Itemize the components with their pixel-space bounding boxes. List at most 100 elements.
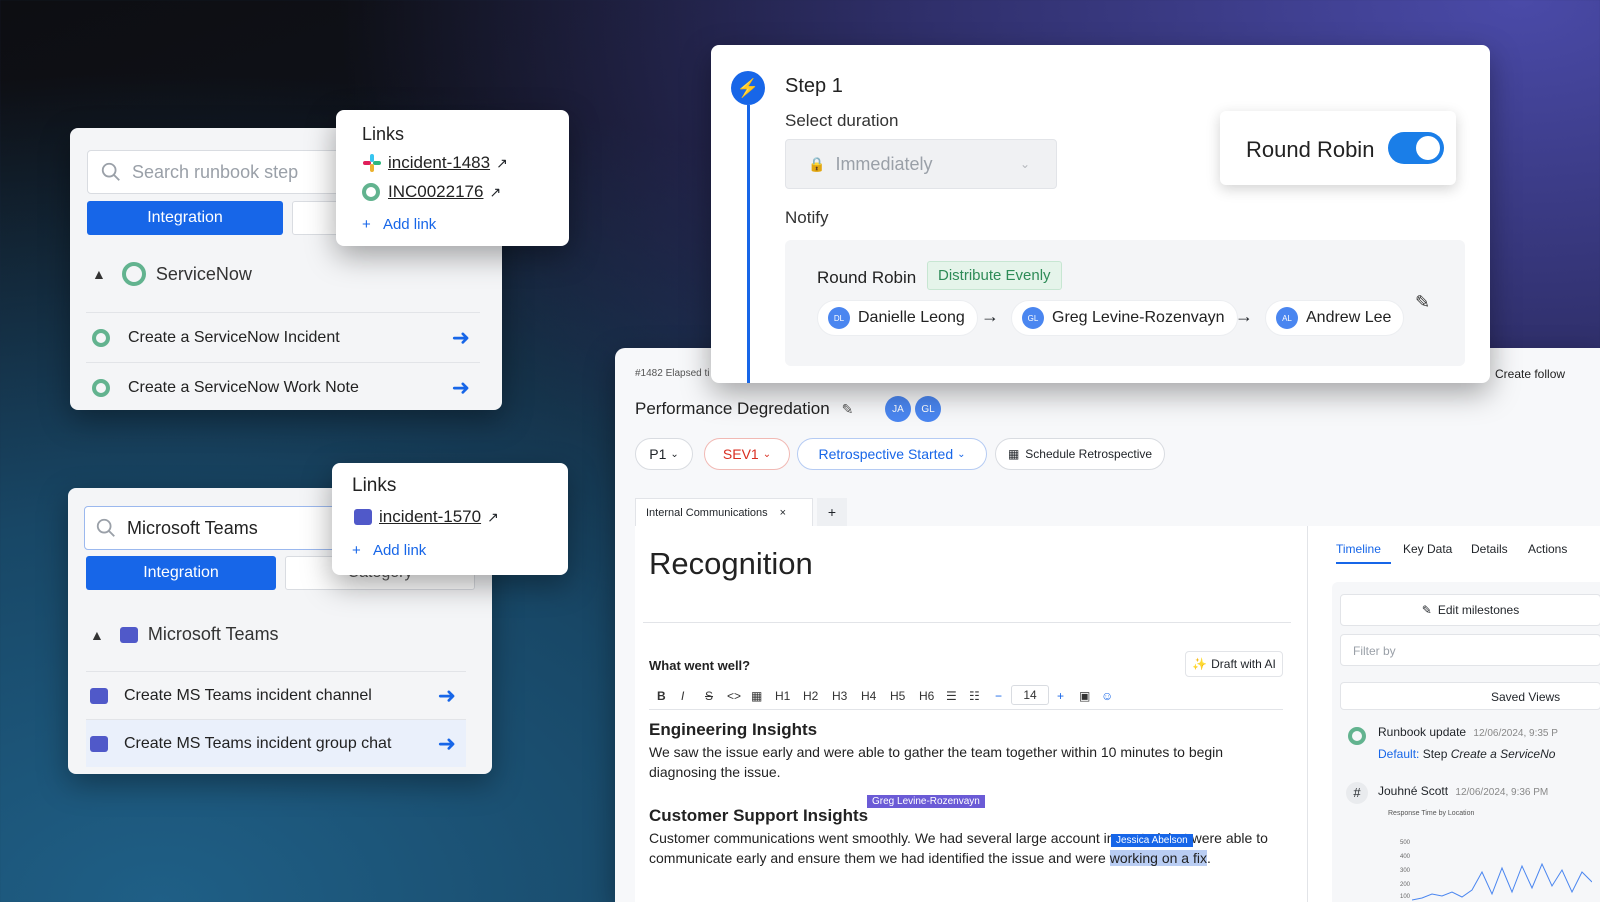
item-label: Create a ServiceNow Work Note	[128, 378, 359, 396]
link-item[interactable]: INC0022176 ↗	[362, 182, 501, 202]
person-chip[interactable]: GL Greg Levine-Rozenvayn	[1011, 300, 1238, 336]
tab-key-data[interactable]: Key Data	[1403, 542, 1452, 556]
search-value: Microsoft Teams	[127, 517, 258, 538]
schedule-label: Schedule Retrospective	[1025, 447, 1153, 461]
emoji-icon[interactable]: ☺	[1101, 689, 1113, 703]
codeblock-button[interactable]: ▦	[751, 689, 762, 703]
incident-title-text: Performance Degredation	[635, 399, 830, 418]
tab-internal-communications[interactable]: Internal Communications ×	[635, 498, 813, 526]
person-name: Greg Levine-Rozenvayn	[1052, 309, 1225, 326]
toggle-label: Round Robin	[1246, 137, 1375, 162]
round-robin-box: Round Robin Distribute Evenly DL Daniell…	[785, 240, 1465, 366]
search-runbook-input[interactable]: Search runbook step	[87, 150, 377, 194]
tab-label: Internal Communications	[646, 506, 768, 519]
link-item[interactable]: incident-1570 ↗	[354, 507, 499, 527]
list-item[interactable]: Create MS Teams incident channel ➜	[86, 671, 466, 719]
avatar: AL	[1276, 307, 1298, 329]
notify-label: Notify	[785, 208, 829, 227]
event-default: Default:	[1378, 747, 1420, 761]
h1-button[interactable]: H1	[775, 689, 790, 703]
priority-select[interactable]: P1 ⌄	[635, 438, 693, 470]
link-item[interactable]: incident-1483 ↗	[362, 153, 508, 173]
search-icon	[101, 162, 120, 181]
person-name: Danielle Leong	[858, 309, 965, 326]
create-follow-button[interactable]: Create follow	[1495, 367, 1565, 381]
link-text[interactable]: incident-1483	[388, 153, 490, 173]
sparkle-icon: ✨	[1192, 657, 1208, 671]
list-item[interactable]: Create MS Teams incident group chat ➜	[86, 719, 466, 767]
schedule-retrospective-button[interactable]: ▦ Schedule Retrospective	[995, 438, 1165, 470]
h5-button[interactable]: H5	[890, 689, 905, 703]
strike-button[interactable]: S	[705, 689, 713, 703]
servicenow-icon	[92, 378, 110, 397]
event-title: Jouhné Scott	[1378, 784, 1449, 798]
arrow-right-icon: ➜	[437, 730, 456, 756]
servicenow-icon	[362, 183, 380, 201]
ordered-list-button[interactable]: ☷	[969, 689, 980, 703]
group-header-teams[interactable]: ▲ Microsoft Teams	[90, 624, 279, 645]
tab-timeline[interactable]: Timeline	[1336, 542, 1391, 564]
filter-input[interactable]: Filter by	[1340, 634, 1600, 666]
image-icon[interactable]: ▣	[1079, 689, 1090, 703]
avatar: DL	[828, 307, 850, 329]
cursor-label-greg: Greg Levine-Rozenvayn	[867, 795, 985, 808]
bullet-list-button[interactable]: ☰	[946, 689, 957, 703]
event-text: Step	[1422, 747, 1448, 761]
font-decrease-button[interactable]: −	[995, 689, 1002, 703]
code-button[interactable]: <>	[727, 689, 741, 703]
person-chip[interactable]: DL Danielle Leong	[817, 300, 978, 336]
step-card: ⚡ Step 1 Select duration 🔒 Immediately ⌄…	[711, 45, 1490, 383]
person-chip[interactable]: AL Andrew Lee	[1265, 300, 1405, 336]
italic-button[interactable]: I	[681, 689, 684, 703]
add-link-label: Add link	[372, 542, 427, 559]
font-size-input[interactable]: 14	[1011, 685, 1049, 705]
severity-select[interactable]: SEV1 ⌄	[704, 438, 790, 470]
link-text[interactable]: INC0022176	[388, 182, 483, 202]
close-icon[interactable]: ×	[780, 507, 786, 519]
duration-label: Select duration	[785, 111, 899, 130]
tab-actions[interactable]: Actions	[1528, 542, 1567, 556]
step-timeline-line	[747, 105, 750, 383]
links-popup-1: Links incident-1483 ↗ INC0022176 ↗ + Add…	[336, 110, 569, 246]
editor-panel: Recognition What went well? ✨ Draft with …	[635, 526, 1307, 902]
group-header-servicenow[interactable]: ▲ ServiceNow	[92, 262, 252, 286]
h4-button[interactable]: H4	[861, 689, 876, 703]
edit-icon: ✎	[1421, 603, 1432, 617]
highlighted-text: working on a fix	[1109, 850, 1207, 866]
incident-page: #1482 Elapsed ti Create follow Performan…	[615, 348, 1600, 902]
saved-views-button[interactable]: Saved Views	[1340, 682, 1600, 710]
edit-milestones-button[interactable]: ✎ Edit milestones	[1340, 594, 1600, 626]
arrow-right-icon: ➜	[451, 374, 470, 400]
slack-icon: #	[1346, 782, 1368, 804]
duration-value: Immediately	[835, 153, 933, 174]
round-robin-toggle[interactable]	[1388, 132, 1444, 164]
person-name: Andrew Lee	[1306, 309, 1392, 326]
draft-with-ai-button[interactable]: ✨ Draft with AI	[1185, 651, 1283, 677]
duration-select[interactable]: 🔒 Immediately ⌄	[785, 139, 1057, 189]
h6-button[interactable]: H6	[919, 689, 934, 703]
add-link-button[interactable]: + Add link	[352, 542, 426, 559]
chevron-down-icon: ⌄	[670, 448, 679, 460]
edit-pencil-icon[interactable]: ✎	[1415, 292, 1430, 313]
timeline-box: ✎ Edit milestones Filter by Saved Views R…	[1332, 582, 1600, 902]
link-text[interactable]: incident-1570	[379, 507, 481, 527]
bold-button[interactable]: B	[657, 689, 666, 703]
h2-button[interactable]: H2	[803, 689, 818, 703]
links-title: Links	[362, 124, 405, 144]
add-link-button[interactable]: + Add link	[362, 216, 436, 233]
status-select[interactable]: Retrospective Started ⌄	[797, 438, 987, 470]
search-placeholder: Search runbook step	[132, 161, 299, 182]
search-runbook-input[interactable]: Microsoft Teams	[84, 506, 346, 550]
integration-button[interactable]: Integration	[86, 556, 276, 590]
list-item[interactable]: Create a ServiceNow Work Note ➜	[86, 362, 480, 412]
list-item[interactable]: Create a ServiceNow Incident ➜	[86, 312, 480, 362]
integration-button[interactable]: Integration	[87, 201, 283, 235]
h3-button[interactable]: H3	[832, 689, 847, 703]
tab-details[interactable]: Details	[1471, 542, 1508, 556]
question-label: What went well?	[649, 658, 751, 673]
external-link-icon: ↗	[489, 183, 502, 200]
tick-label: 300	[1400, 868, 1411, 874]
font-increase-button[interactable]: +	[1057, 689, 1064, 703]
tab-add-button[interactable]: +	[817, 498, 847, 526]
edit-icon[interactable]: ✎	[842, 401, 854, 418]
